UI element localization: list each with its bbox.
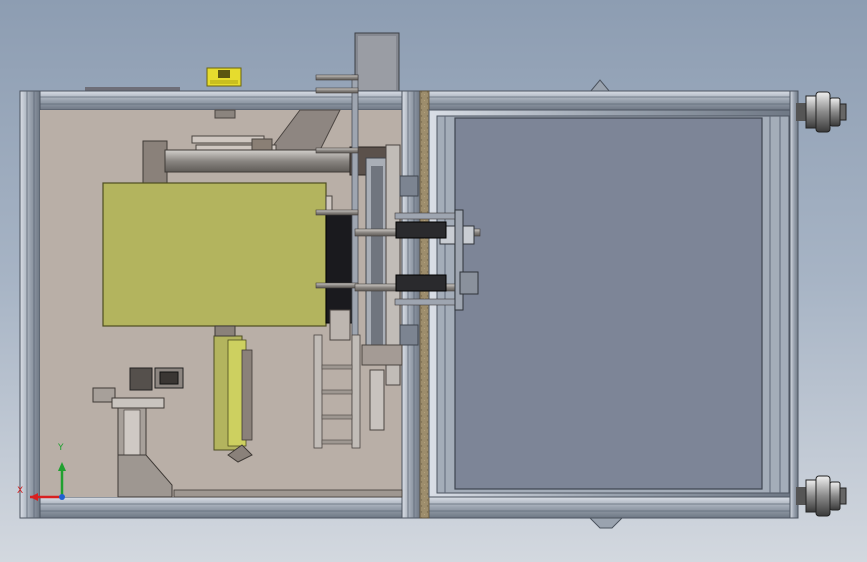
- axis-y-label: Y: [58, 443, 64, 453]
- base-plate: [173, 489, 403, 498]
- right-frame-rail: [789, 90, 799, 519]
- assembly-drawing: [19, 32, 847, 529]
- left-frame-rail: [19, 90, 41, 519]
- top-plate-edge: [85, 87, 180, 91]
- yellow-panel: [102, 182, 327, 327]
- yellow-clamp-part: [206, 67, 242, 87]
- caster-wheel-top: [796, 91, 847, 133]
- right-compartment: [428, 109, 797, 498]
- top-bracket-block: [354, 32, 400, 94]
- bottom-hook: [588, 517, 624, 529]
- origin-dot: [59, 494, 65, 500]
- axis-x-label: X: [17, 486, 24, 496]
- caster-wheel-bottom: [796, 475, 847, 517]
- cad-viewport[interactable]: X Y: [0, 0, 867, 562]
- lower-mechanism: [213, 325, 253, 463]
- top-hook: [588, 79, 612, 93]
- dark-motor-block: [325, 212, 355, 324]
